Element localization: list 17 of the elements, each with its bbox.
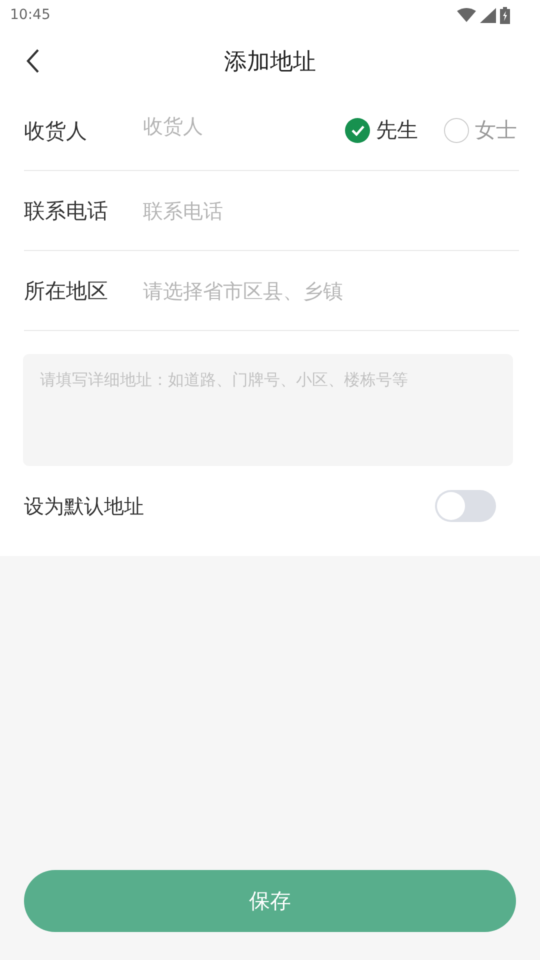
field-label: 联系电话 [24, 198, 109, 224]
status-time: 10:45 [10, 7, 50, 23]
field-label: 所在地区 [24, 278, 109, 304]
wifi-icon [457, 8, 476, 22]
gender-option[interactable]: 先生 [345, 116, 418, 144]
signal-icon [480, 8, 496, 22]
field-label: 收货人 [24, 118, 88, 145]
check-icon [350, 124, 364, 136]
battery-icon [500, 6, 510, 24]
default-toggle[interactable] [435, 490, 496, 522]
input-field[interactable]: 请选择省市区县、乡镇 [143, 278, 519, 302]
default-address-label: 设为默认地址 [24, 492, 144, 520]
page-title: 添加地址 [224, 48, 316, 76]
input-field[interactable]: 联系电话 [143, 198, 519, 222]
save-button[interactable]: 保存 [24, 870, 516, 932]
input-field[interactable]: 收货人 [143, 114, 345, 138]
gender-option[interactable]: 女士 [444, 116, 517, 144]
